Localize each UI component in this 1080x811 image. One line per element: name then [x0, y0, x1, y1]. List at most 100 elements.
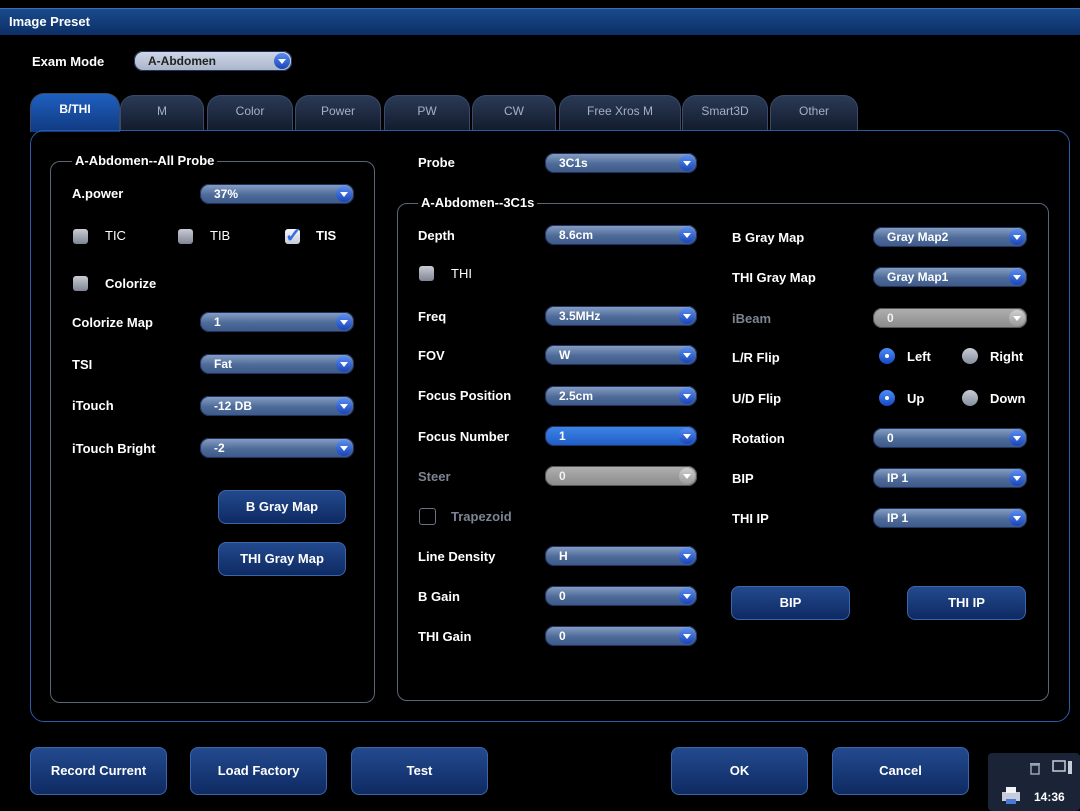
- tsi-select[interactable]: Fat: [200, 354, 354, 374]
- ibeam-select[interactable]: 0: [873, 308, 1027, 328]
- line-density-select[interactable]: H: [545, 546, 697, 566]
- lr-flip-left-label: Left: [907, 349, 931, 364]
- lr-flip-left-radio[interactable]: [879, 348, 895, 364]
- b-gray-map-label: B Gray Map: [732, 230, 805, 245]
- tic-checkbox[interactable]: [73, 229, 88, 244]
- load-factory-button[interactable]: Load Factory: [190, 747, 327, 795]
- ud-flip-down-radio[interactable]: [962, 390, 978, 406]
- record-current-button[interactable]: Record Current: [30, 747, 167, 795]
- bip-select[interactable]: IP 1: [873, 468, 1027, 488]
- ok-button[interactable]: OK: [671, 747, 808, 795]
- probe-group-title: A-Abdomen--3C1s: [418, 195, 538, 210]
- tab-smart3d[interactable]: Smart3D: [682, 95, 768, 130]
- tab-label: Other: [798, 104, 829, 118]
- thi-gain-select[interactable]: 0: [545, 626, 697, 646]
- itouch-select[interactable]: -12 DB: [200, 396, 354, 416]
- tab-label: Free Xros M: [586, 104, 653, 118]
- chevron-down-icon: [274, 53, 290, 69]
- rotation-select[interactable]: 0: [873, 428, 1027, 448]
- trash-icon[interactable]: [1028, 761, 1042, 775]
- tab-color[interactable]: Color: [207, 95, 293, 130]
- chevron-down-icon: [1009, 269, 1025, 285]
- focus-number-value: 1: [559, 429, 566, 443]
- tis-label: TIS: [316, 228, 337, 243]
- freq-value: 3.5MHz: [559, 309, 601, 323]
- tab-b-thi[interactable]: B/THI: [30, 93, 120, 132]
- chevron-down-icon: [1009, 430, 1025, 446]
- thi-ip-select[interactable]: IP 1: [873, 508, 1027, 528]
- ibeam-value: 0: [887, 311, 894, 325]
- bip-label: BIP: [732, 471, 754, 486]
- chevron-down-icon: [679, 227, 695, 243]
- thi-ip-button[interactable]: THI IP: [907, 586, 1026, 620]
- b-gray-map-value: Gray Map2: [887, 230, 949, 244]
- cancel-button[interactable]: Cancel: [832, 747, 969, 795]
- ibeam-label: iBeam: [732, 311, 772, 326]
- freq-label: Freq: [418, 309, 447, 324]
- tab-free-xros-m[interactable]: Free Xros M: [559, 95, 681, 130]
- focus-number-label: Focus Number: [418, 429, 510, 444]
- depth-select[interactable]: 8.6cm: [545, 225, 697, 245]
- exam-mode-label: Exam Mode: [32, 54, 105, 69]
- fov-select[interactable]: W: [545, 345, 697, 365]
- chevron-down-icon: [679, 548, 695, 564]
- trapezoid-checkbox[interactable]: [419, 508, 436, 525]
- chevron-down-icon: [679, 428, 695, 444]
- thi-gain-label: THI Gain: [418, 629, 472, 644]
- lr-flip-right-radio[interactable]: [962, 348, 978, 364]
- tab-power[interactable]: Power: [295, 95, 381, 130]
- monitor-icon[interactable]: [1052, 760, 1074, 776]
- exam-mode-value: A-Abdomen: [148, 54, 216, 68]
- itouch-label: iTouch: [72, 398, 114, 413]
- tab-pw[interactable]: PW: [384, 95, 470, 130]
- steer-select[interactable]: 0: [545, 466, 697, 486]
- chevron-down-icon: [679, 347, 695, 363]
- focus-position-select[interactable]: 2.5cm: [545, 386, 697, 406]
- chevron-down-icon: [336, 356, 352, 372]
- tis-checkbox[interactable]: [285, 223, 302, 248]
- tab-label: B/THI: [59, 102, 91, 116]
- tab-label: Power: [320, 104, 355, 118]
- itouch-bright-label: iTouch Bright: [72, 441, 156, 456]
- steer-label: Steer: [418, 469, 451, 484]
- freq-select[interactable]: 3.5MHz: [545, 306, 697, 326]
- chevron-down-icon: [679, 388, 695, 404]
- steer-value: 0: [559, 469, 566, 483]
- thi-gray-map-button[interactable]: THI Gray Map: [218, 542, 346, 576]
- tib-checkbox[interactable]: [178, 229, 193, 244]
- itouch-bright-select[interactable]: -2: [200, 438, 354, 458]
- thi-checkbox[interactable]: [419, 266, 434, 281]
- tab-cw[interactable]: CW: [472, 95, 556, 130]
- trapezoid-label: Trapezoid: [451, 509, 512, 524]
- thi-gray-map-select[interactable]: Gray Map1: [873, 267, 1027, 287]
- bip-button[interactable]: BIP: [731, 586, 850, 620]
- colorize-map-select[interactable]: 1: [200, 312, 354, 332]
- probe-value: 3C1s: [559, 156, 588, 170]
- b-gray-map-button[interactable]: B Gray Map: [218, 490, 346, 524]
- exam-mode-select[interactable]: A-Abdomen: [134, 51, 292, 71]
- tic-label: TIC: [105, 228, 126, 243]
- chevron-down-icon: [336, 440, 352, 456]
- printer-icon[interactable]: [1000, 785, 1022, 805]
- tab-label: M: [157, 104, 167, 118]
- apower-select[interactable]: 37%: [200, 184, 354, 204]
- rotation-label: Rotation: [732, 431, 785, 446]
- b-gray-map-select[interactable]: Gray Map2: [873, 227, 1027, 247]
- probe-label: Probe: [418, 155, 455, 170]
- thi-gray-map-label: THI Gray Map: [732, 270, 816, 285]
- colorize-checkbox[interactable]: [73, 276, 88, 291]
- rotation-value: 0: [887, 431, 894, 445]
- test-button[interactable]: Test: [351, 747, 488, 795]
- apower-label: A.power: [72, 186, 124, 201]
- colorize-map-value: 1: [214, 315, 221, 329]
- chevron-down-icon: [1009, 470, 1025, 486]
- chevron-down-icon: [679, 155, 695, 171]
- bip-value: IP 1: [887, 471, 909, 485]
- probe-select[interactable]: 3C1s: [545, 153, 697, 173]
- focus-number-select[interactable]: 1: [545, 426, 697, 446]
- itouch-value: -12 DB: [214, 399, 253, 413]
- tab-other[interactable]: Other: [770, 95, 858, 130]
- tab-m[interactable]: M: [120, 95, 204, 130]
- ud-flip-up-radio[interactable]: [879, 390, 895, 406]
- b-gain-select[interactable]: 0: [545, 586, 697, 606]
